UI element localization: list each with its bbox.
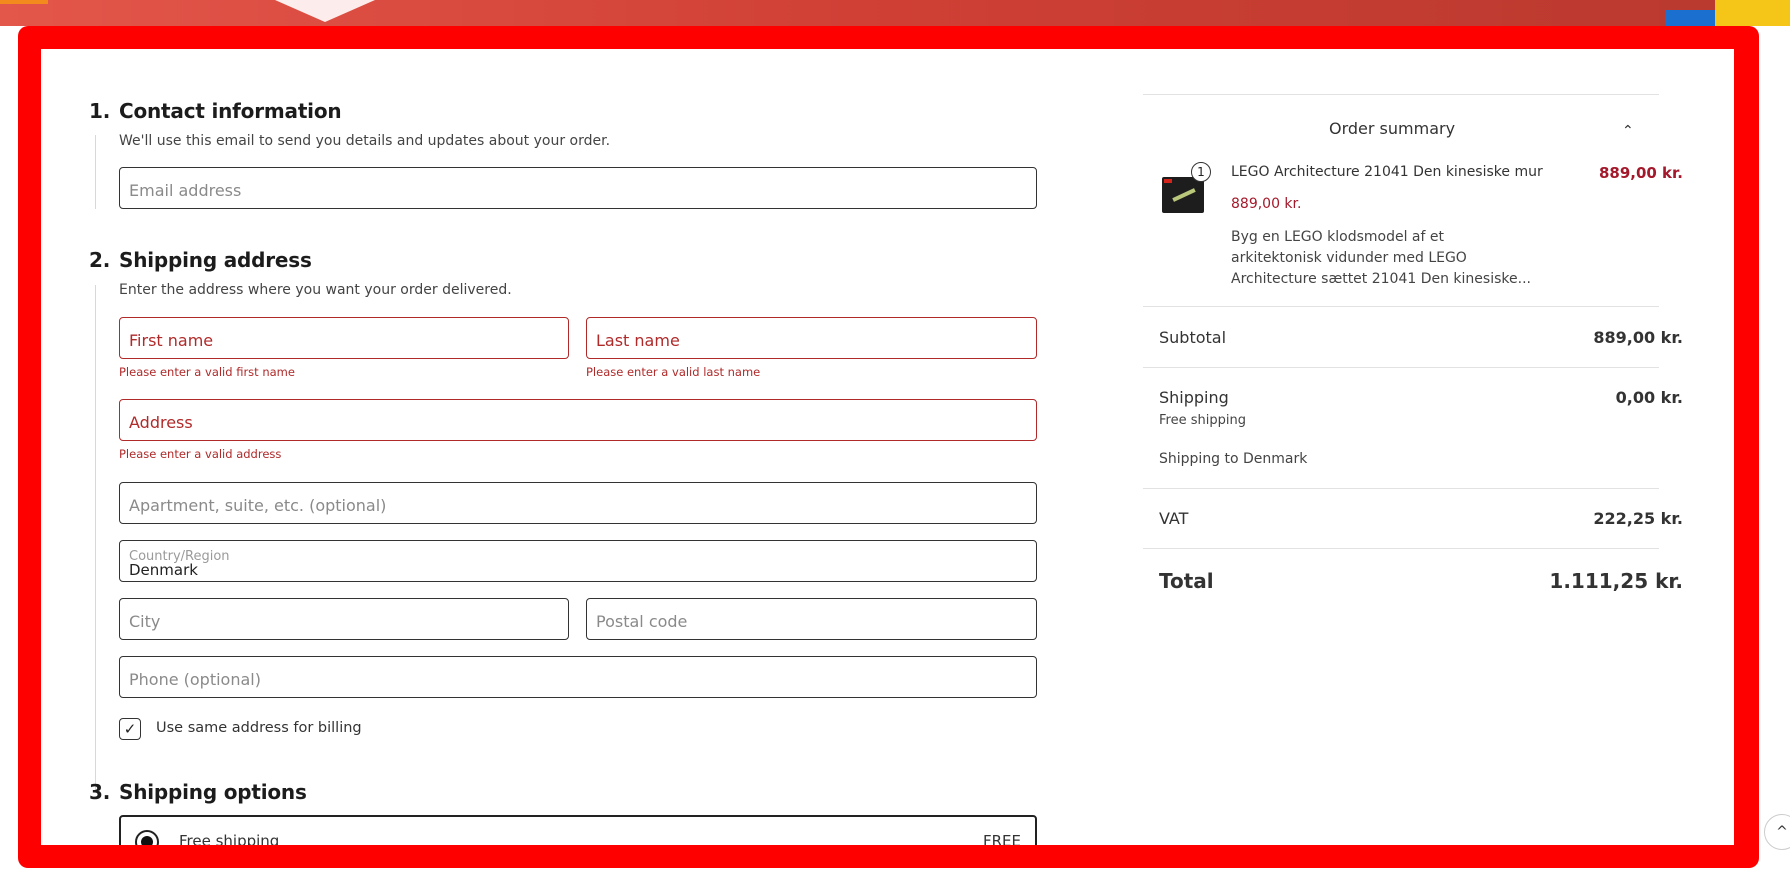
scroll-to-top-button[interactable]: ^ xyxy=(1764,814,1790,850)
shipping-option-radio[interactable] xyxy=(135,830,159,845)
radio-selected-dot xyxy=(141,836,153,845)
section-title-text: Shipping address xyxy=(119,248,312,272)
section-number: 1. xyxy=(89,99,111,123)
summary-divider xyxy=(1143,367,1659,368)
total-value: 1.111,25 kr. xyxy=(1549,569,1683,593)
last-name-error: Please enter a valid last name xyxy=(586,365,761,379)
shipping-value: 0,00 kr. xyxy=(1615,388,1683,407)
chevron-up-icon[interactable]: ⌃ xyxy=(1622,123,1634,139)
address-error: Please enter a valid address xyxy=(119,447,282,461)
summary-divider xyxy=(1143,94,1659,95)
subtotal-value: 889,00 kr. xyxy=(1593,328,1683,347)
apartment-field[interactable] xyxy=(119,482,1037,524)
shipping-label: Shipping xyxy=(1159,388,1229,407)
lego-logo-mark xyxy=(1164,179,1172,183)
header-decoration xyxy=(275,0,375,22)
vat-label: VAT xyxy=(1159,509,1189,528)
subtotal-label: Subtotal xyxy=(1159,328,1227,347)
shipping-option-free[interactable]: Free shipping FREE xyxy=(119,815,1037,845)
checkout-panel: 1. Contact information We'll use this ema… xyxy=(41,49,1734,845)
address-input[interactable] xyxy=(129,412,1027,432)
last-name-field[interactable] xyxy=(586,317,1037,359)
section-title-text: Contact information xyxy=(119,99,342,123)
same-billing-label[interactable]: Use same address for billing xyxy=(156,720,362,736)
apartment-input[interactable] xyxy=(129,495,1027,515)
postal-code-input[interactable] xyxy=(596,611,1027,631)
contact-helper-text: We'll use this email to send you details… xyxy=(119,133,611,149)
country-select[interactable]: Country/Region Denmark xyxy=(119,540,1037,582)
shipping-destination: Shipping to Denmark xyxy=(1159,451,1308,467)
email-field[interactable] xyxy=(119,167,1037,209)
vat-value: 222,25 kr. xyxy=(1593,509,1683,528)
shipping-option-label: Free shipping xyxy=(179,832,280,845)
total-label: Total xyxy=(1159,569,1214,593)
chevron-up-icon: ^ xyxy=(1776,824,1788,840)
product-line-total: 889,00 kr. xyxy=(1598,164,1683,182)
email-input[interactable] xyxy=(129,180,1027,200)
product-unit-price: 889,00 kr. xyxy=(1231,196,1302,212)
shipping-options-section-title: 3. Shipping options xyxy=(89,780,307,804)
section-number: 3. xyxy=(89,780,111,804)
page-header-background xyxy=(0,0,1790,26)
first-name-input[interactable] xyxy=(129,330,559,350)
header-decoration xyxy=(1665,10,1715,26)
shipping-address-section-title: 2. Shipping address xyxy=(89,248,312,272)
product-name: LEGO Architecture 21041 Den kinesiske mu… xyxy=(1231,164,1543,180)
quantity-badge: 1 xyxy=(1191,162,1211,182)
last-name-input[interactable] xyxy=(596,330,1027,350)
phone-input[interactable] xyxy=(129,669,1027,689)
shipping-method: Free shipping xyxy=(1159,413,1246,428)
same-billing-checkbox[interactable]: ✓ xyxy=(119,718,141,740)
phone-field[interactable] xyxy=(119,656,1037,698)
section-divider-line xyxy=(95,135,96,209)
section-title-text: Shipping options xyxy=(119,780,307,804)
product-image-detail xyxy=(1172,188,1196,202)
first-name-error: Please enter a valid first name xyxy=(119,365,295,379)
city-field[interactable] xyxy=(119,598,569,640)
country-value: Denmark xyxy=(129,561,198,579)
header-decoration xyxy=(1715,0,1790,26)
shipping-option-price: FREE xyxy=(982,832,1021,845)
address-field[interactable] xyxy=(119,399,1037,441)
order-summary-title[interactable]: Order summary xyxy=(1329,119,1455,138)
city-input[interactable] xyxy=(129,611,559,631)
country-label: Country/Region xyxy=(129,549,230,564)
summary-divider xyxy=(1143,488,1659,489)
first-name-field[interactable] xyxy=(119,317,569,359)
checkmark-icon: ✓ xyxy=(123,720,137,738)
section-divider-line xyxy=(95,285,96,791)
header-decoration xyxy=(0,0,48,4)
product-description: Byg en LEGO klodsmodel af et arkitektoni… xyxy=(1231,229,1531,287)
contact-section-title: 1. Contact information xyxy=(89,99,342,123)
section-number: 2. xyxy=(89,248,111,272)
summary-divider xyxy=(1143,306,1659,307)
product-thumbnail xyxy=(1162,177,1204,213)
postal-code-field[interactable] xyxy=(586,598,1037,640)
shipping-helper-text: Enter the address where you want your or… xyxy=(119,282,512,298)
summary-divider xyxy=(1143,548,1659,549)
